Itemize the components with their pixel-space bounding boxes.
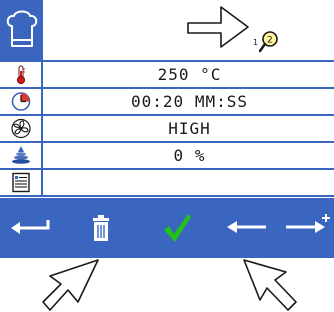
magnifier-steps-icon[interactable]: 1 2 [252,28,284,54]
pointer-arrow-icon [42,259,99,311]
fan-value: HIGH [168,119,211,138]
thermometer-icon [16,65,26,85]
back-button[interactable] [0,198,62,258]
recipe-tile[interactable] [0,0,43,60]
time-row[interactable]: 00:20 MM:SS [0,89,334,116]
notes-icon-cell [0,170,43,195]
notes-icon [12,172,30,193]
trash-icon [93,215,109,241]
previous-button[interactable] [220,198,272,258]
left-arrow-icon [227,221,266,233]
time-icon-cell [0,89,43,114]
pointer-arrow-icon [187,6,249,48]
fan-row[interactable]: HIGH [0,116,334,143]
temperature-icon-cell [0,62,43,87]
humidity-icon-cell [0,143,43,168]
header-bar: 1 2 [0,0,334,60]
humidity-row[interactable]: 0 % [0,143,334,170]
right-arrow-plus-icon [286,214,330,233]
svg-text:2: 2 [267,36,273,46]
clock-icon [11,92,31,111]
fan-icon-cell [0,116,43,141]
temperature-row[interactable]: 250 °C [0,62,334,89]
checkmark-icon [164,214,191,242]
humidity-value: 0 % [173,146,206,165]
notes-value [45,170,334,195]
delete-button[interactable] [80,198,122,258]
bottom-toolbar [0,198,334,258]
svg-text:1: 1 [253,38,258,47]
add-step-button[interactable] [280,198,334,258]
temperature-value: 250 °C [157,65,222,84]
confirm-button[interactable] [150,198,202,258]
return-arrow-icon [11,220,50,234]
fan-icon [11,118,31,139]
pointer-arrow-icon [243,259,297,311]
notes-row[interactable] [0,170,334,197]
time-value: 00:20 MM:SS [131,92,248,111]
humidity-icon [12,146,30,164]
chef-hat-icon [6,10,38,47]
